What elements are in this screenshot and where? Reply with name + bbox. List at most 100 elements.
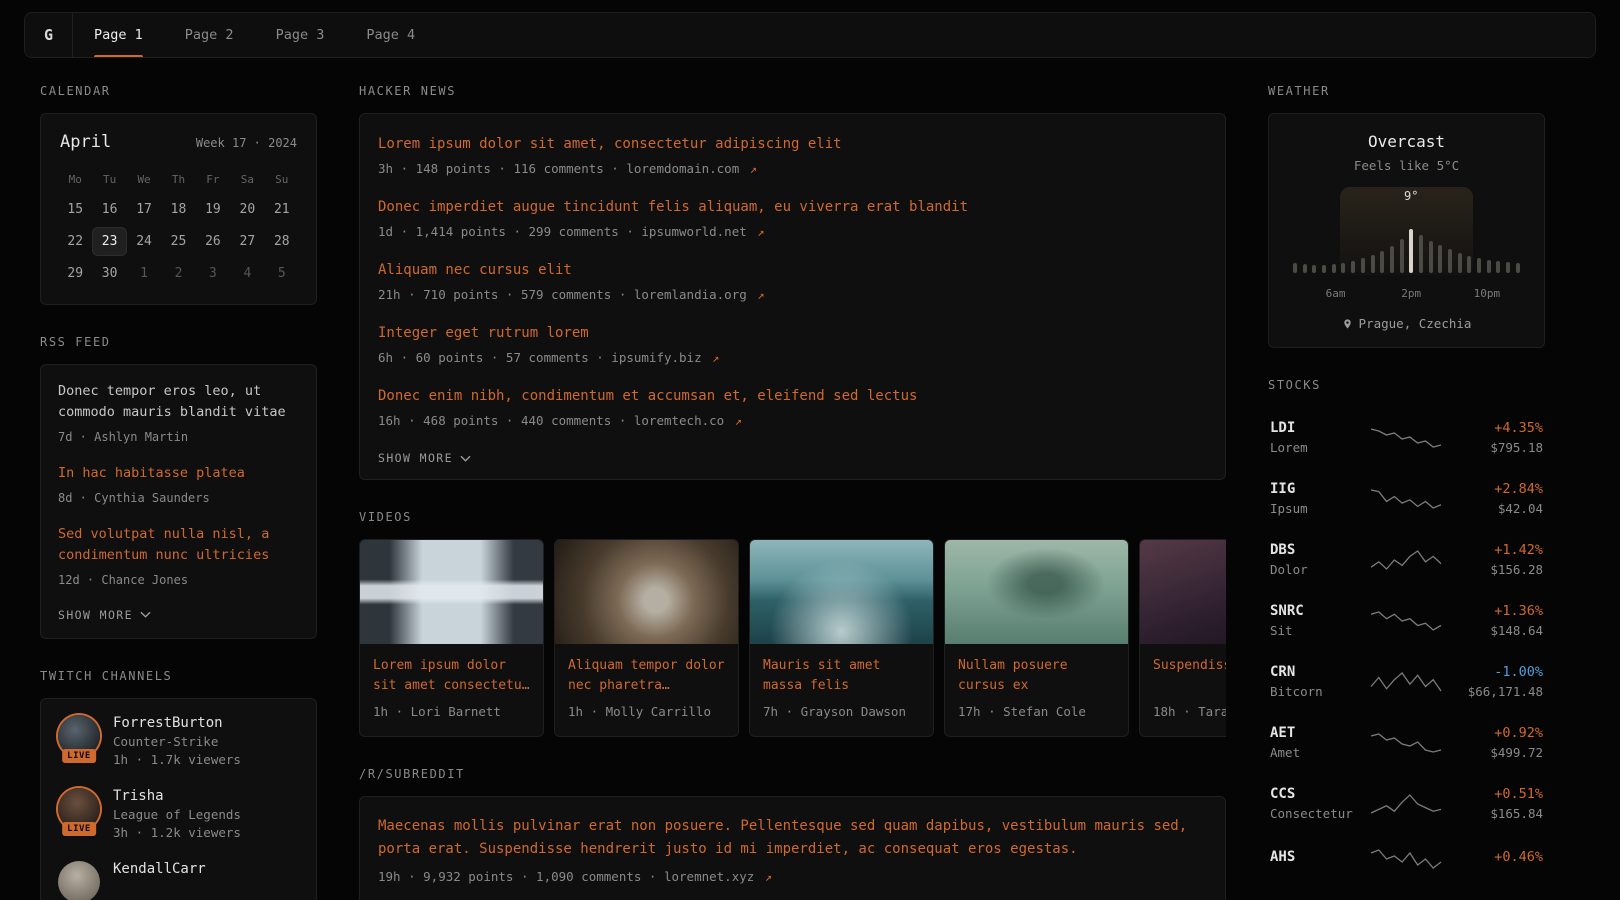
channel-avatar[interactable]: LIVE <box>58 788 100 830</box>
video-thumbnail[interactable] <box>1140 540 1226 644</box>
video-card[interactable]: Aliquam tempor dolor nec pharetra… 1h · … <box>554 539 739 737</box>
stock-row[interactable]: CCS Consectetur +0.51% $165.84 <box>1268 773 1545 834</box>
calendar-day[interactable]: 23 <box>92 227 126 256</box>
middle-column: HACKER NEWS Lorem ipsum dolor sit amet, … <box>359 84 1226 900</box>
rss-item: Donec tempor eros leo, ut commodo mauris… <box>58 381 299 446</box>
hacker-news-item-meta: 3h · 148 points · 116 comments · loremdo… <box>378 161 1207 176</box>
hn-show-more-button[interactable]: SHOW MORE <box>378 449 471 465</box>
page-tab[interactable]: Page 2 <box>164 13 255 57</box>
video-title[interactable]: Aliquam tempor dolor nec pharetra… <box>568 656 725 696</box>
calendar-day[interactable]: 22 <box>58 227 92 256</box>
app-logo[interactable]: G <box>25 13 73 57</box>
rss-item-title[interactable]: Sed volutpat nulla nisl, a condimentum n… <box>58 524 299 566</box>
external-link-icon[interactable]: ↗ <box>757 288 764 302</box>
calendar-day[interactable]: 21 <box>265 195 299 224</box>
external-link-icon[interactable]: ↗ <box>757 225 764 239</box>
calendar-day[interactable]: 18 <box>161 195 195 224</box>
calendar-day[interactable]: 28 <box>265 227 299 256</box>
stock-row[interactable]: SNRC Sit +1.36% $148.64 <box>1268 590 1545 651</box>
stock-row[interactable]: DBS Dolor +1.42% $156.28 <box>1268 529 1545 590</box>
video-thumbnail[interactable] <box>945 540 1128 644</box>
rss-item-title[interactable]: Donec tempor eros leo, ut commodo mauris… <box>58 381 299 423</box>
stock-change: +0.46% <box>1447 849 1543 865</box>
rss-item-title[interactable]: In hac habitasse platea <box>58 463 299 484</box>
page-tab[interactable]: Page 3 <box>255 13 346 57</box>
page-tab[interactable]: Page 4 <box>345 13 436 57</box>
stock-ticker[interactable]: SNRC <box>1270 603 1364 619</box>
video-body: Suspendisse diam 18h · Tara <box>1140 644 1226 736</box>
subreddit-post-title[interactable]: Maecenas mollis pulvinar erat non posuer… <box>378 815 1207 861</box>
stock-ticker[interactable]: CCS <box>1270 786 1364 802</box>
calendar-day[interactable]: 4 <box>230 259 264 288</box>
calendar-day[interactable]: 1 <box>127 259 161 288</box>
calendar-day[interactable]: 17 <box>127 195 161 224</box>
rss-show-more-button[interactable]: SHOW MORE <box>58 606 151 622</box>
calendar-day[interactable]: 24 <box>127 227 161 256</box>
weather-time-label: 10pm <box>1474 287 1501 300</box>
calendar-day[interactable]: 15 <box>58 195 92 224</box>
video-title[interactable]: Nullam posuere cursus ex <box>958 656 1115 696</box>
channel-avatar[interactable]: LIVE <box>58 715 100 757</box>
video-thumbnail[interactable] <box>360 540 543 644</box>
stock-sparkline-wrap <box>1364 609 1447 633</box>
channel-avatar[interactable] <box>58 861 100 900</box>
external-link-icon[interactable]: ↗ <box>750 162 757 176</box>
calendar-day[interactable]: 26 <box>196 227 230 256</box>
rss-list: Donec tempor eros leo, ut commodo mauris… <box>58 381 299 589</box>
stock-ticker[interactable]: CRN <box>1270 664 1364 680</box>
calendar-day[interactable]: 16 <box>92 195 126 224</box>
stock-row[interactable]: CRN Bitcorn -1.00% $66,171.48 <box>1268 651 1545 712</box>
hacker-news-item-title[interactable]: Integer eget rutrum lorem <box>378 323 1207 344</box>
stock-row[interactable]: AHS +0.46% <box>1268 834 1545 884</box>
video-title[interactable]: Suspendisse diam <box>1153 656 1226 696</box>
channel-info: ForrestBurton Counter-Strike 1h · 1.7k v… <box>113 715 241 767</box>
right-column: WEATHER Overcast Feels like 5°C 9° 6am2p… <box>1268 84 1545 900</box>
channel-name[interactable]: Trisha <box>113 788 241 804</box>
stock-change: +0.51% <box>1447 786 1543 802</box>
weather-bars: 9° <box>1293 205 1520 273</box>
external-link-icon[interactable]: ↗ <box>735 414 742 428</box>
calendar-day[interactable]: 19 <box>196 195 230 224</box>
external-link-icon[interactable]: ↗ <box>712 351 719 365</box>
stock-ticker[interactable]: DBS <box>1270 542 1364 558</box>
calendar-day[interactable]: 30 <box>92 259 126 288</box>
hacker-news-item-title[interactable]: Lorem ipsum dolor sit amet, consectetur … <box>378 134 1207 155</box>
video-card[interactable]: Nullam posuere cursus ex 17h · Stefan Co… <box>944 539 1129 737</box>
subreddit-widget: Maecenas mollis pulvinar erat non posuer… <box>359 796 1226 900</box>
calendar-day[interactable]: 25 <box>161 227 195 256</box>
stock-row[interactable]: IIG Ipsum +2.84% $42.04 <box>1268 468 1545 529</box>
stock-ticker[interactable]: AHS <box>1270 849 1364 865</box>
stock-ticker[interactable]: LDI <box>1270 420 1364 436</box>
weather-bar <box>1390 246 1394 273</box>
calendar-day[interactable]: 5 <box>265 259 299 288</box>
video-card[interactable]: Mauris sit amet massa felis 7h · Grayson… <box>749 539 934 737</box>
channel-viewers: 3h · 1.2k viewers <box>113 825 241 840</box>
stock-ticker[interactable]: AET <box>1270 725 1364 741</box>
video-card[interactable]: Suspendisse diam 18h · Tara <box>1139 539 1226 737</box>
channel-name[interactable]: KendallCarr <box>113 861 206 877</box>
stock-row[interactable]: LDI Lorem +4.35% $795.18 <box>1268 407 1545 468</box>
calendar-day[interactable]: 3 <box>196 259 230 288</box>
video-title[interactable]: Mauris sit amet massa felis <box>763 656 920 696</box>
hacker-news-item-title[interactable]: Donec imperdiet augue tincidunt felis al… <box>378 197 1207 218</box>
subreddit-post-meta: 19h · 9,932 points · 1,090 comments · lo… <box>378 869 1207 884</box>
page-tab[interactable]: Page 1 <box>73 13 164 57</box>
calendar-day[interactable]: 2 <box>161 259 195 288</box>
stock-row[interactable]: AET Amet +0.92% $499.72 <box>1268 712 1545 773</box>
calendar-day[interactable]: 29 <box>58 259 92 288</box>
show-more-label: SHOW MORE <box>58 608 133 622</box>
video-thumbnail[interactable] <box>750 540 933 644</box>
video-card[interactable]: Lorem ipsum dolor sit amet consectetu… 1… <box>359 539 544 737</box>
channel-name[interactable]: ForrestBurton <box>113 715 241 731</box>
weather-bar <box>1516 263 1520 273</box>
video-title[interactable]: Lorem ipsum dolor sit amet consectetu… <box>373 656 530 696</box>
stock-ticker[interactable]: IIG <box>1270 481 1364 497</box>
hacker-news-item-title[interactable]: Donec enim nibh, condimentum et accumsan… <box>378 386 1207 407</box>
calendar-day[interactable]: 20 <box>230 195 264 224</box>
hacker-news-item-title[interactable]: Aliquam nec cursus elit <box>378 260 1207 281</box>
channel-viewers: 1h · 1.7k viewers <box>113 752 241 767</box>
calendar-day[interactable]: 27 <box>230 227 264 256</box>
stock-price: $66,171.48 <box>1447 684 1543 699</box>
video-thumbnail[interactable] <box>555 540 738 644</box>
external-link-icon[interactable]: ↗ <box>765 870 772 884</box>
